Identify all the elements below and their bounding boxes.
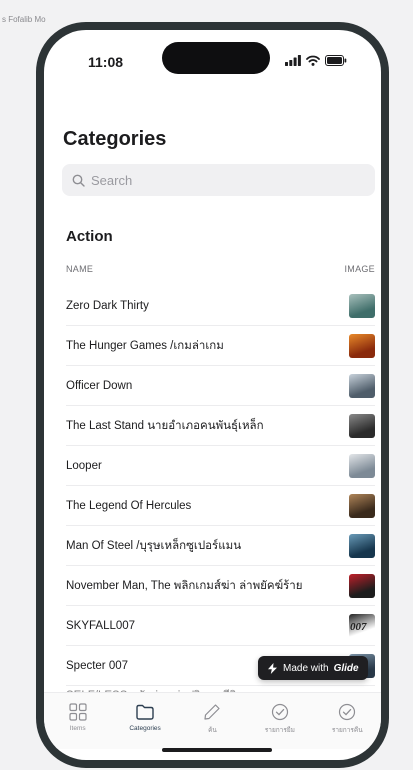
movie-title: The Last Stand นายอำเภอคนพันธุ์เหล็ก [66, 419, 264, 432]
movie-title: Zero Dark Thirty [66, 299, 149, 312]
list-item[interactable]: The Last Stand นายอำเภอคนพันธุ์เหล็ก [66, 406, 375, 446]
check-circle-icon [339, 703, 356, 721]
check-circle-icon [271, 703, 288, 721]
window-caption: s Fofalib Mo [2, 15, 46, 24]
movie-title: SKYFALL007 [66, 619, 136, 632]
status-icons [285, 55, 347, 66]
tab-items[interactable]: Items [47, 693, 109, 749]
page-title: Categories [63, 128, 167, 150]
badge-prefix: Made with [283, 662, 329, 674]
movie-thumbnail [349, 294, 375, 318]
movie-title: The Legend Of Hercules [66, 499, 192, 512]
movie-list: Zero Dark Thirty The Hunger Games /เกมล่… [44, 286, 381, 707]
list-item[interactable]: November Man, The พลิกเกมส์ฆ่า ล่าพยัคฆ์… [66, 566, 375, 606]
pencil-icon [204, 704, 221, 720]
status-time: 11:08 [88, 54, 124, 70]
movie-thumbnail: 007 [349, 614, 375, 638]
search-icon [72, 174, 85, 187]
bolt-icon [268, 662, 277, 674]
tab-label: ค้น [208, 727, 217, 734]
movie-thumbnail [349, 374, 375, 398]
badge-brand: Glide [333, 662, 359, 674]
list-item[interactable]: Looper [66, 446, 375, 486]
movie-thumbnail [349, 494, 375, 518]
movie-thumbnail [349, 574, 375, 598]
tab-returned[interactable]: รายการคืน [316, 693, 378, 749]
grid-icon [69, 703, 87, 721]
tab-label: รายการยืม [264, 727, 295, 734]
dynamic-island [162, 42, 270, 74]
movie-thumbnail [349, 414, 375, 438]
tab-label: Items [69, 725, 86, 732]
movie-title: Looper [66, 459, 102, 472]
list-item[interactable]: Zero Dark Thirty [66, 286, 375, 326]
list-item[interactable]: The Hunger Games /เกมล่าเกม [66, 326, 375, 366]
tab-bar: Items Categories ค้น รายการยืม รายการคืน [44, 692, 381, 749]
column-header-name: NAME [66, 264, 94, 274]
movie-thumbnail [349, 454, 375, 478]
movie-title: Man Of Steel /บุรุษเหล็กซูเปอร์แมน [66, 539, 242, 552]
section-title: Action [66, 228, 113, 245]
tab-borrowed[interactable]: รายการยืม [249, 693, 311, 749]
movie-thumbnail [349, 334, 375, 358]
made-with-glide-badge[interactable]: Made with Glide [258, 656, 368, 680]
movie-title: Officer Down [66, 379, 133, 392]
list-item[interactable]: Man Of Steel /บุรุษเหล็กซูเปอร์แมน [66, 526, 375, 566]
tab-label: รายการคืน [331, 727, 363, 734]
search-input[interactable] [91, 172, 331, 188]
movie-thumbnail [349, 534, 375, 558]
thumbnail-text: 007 [350, 621, 367, 633]
tab-search[interactable]: ค้น [181, 693, 243, 749]
list-item[interactable]: Officer Down [66, 366, 375, 406]
list-item[interactable]: SKYFALL007 007 [66, 606, 375, 646]
battery-icon [325, 55, 347, 66]
phone-frame: 11:08 Categories Search Action NAME IMAG… [36, 22, 389, 768]
movie-title: November Man, The พลิกเกมส์ฆ่า ล่าพยัคฆ์… [66, 579, 303, 592]
tab-label: Categories [129, 725, 161, 732]
folder-icon [136, 704, 154, 720]
list-item[interactable]: The Legend Of Hercules [66, 486, 375, 526]
home-indicator [162, 748, 272, 752]
wifi-icon [306, 55, 320, 66]
search-bar[interactable] [62, 164, 375, 196]
tab-categories[interactable]: Categories [114, 693, 176, 749]
signal-icon [285, 55, 301, 66]
column-header-image: IMAGE [344, 264, 375, 274]
movie-title: The Hunger Games /เกมล่าเกม [66, 339, 224, 352]
app-screen: 11:08 Categories Search Action NAME IMAG… [44, 30, 381, 760]
